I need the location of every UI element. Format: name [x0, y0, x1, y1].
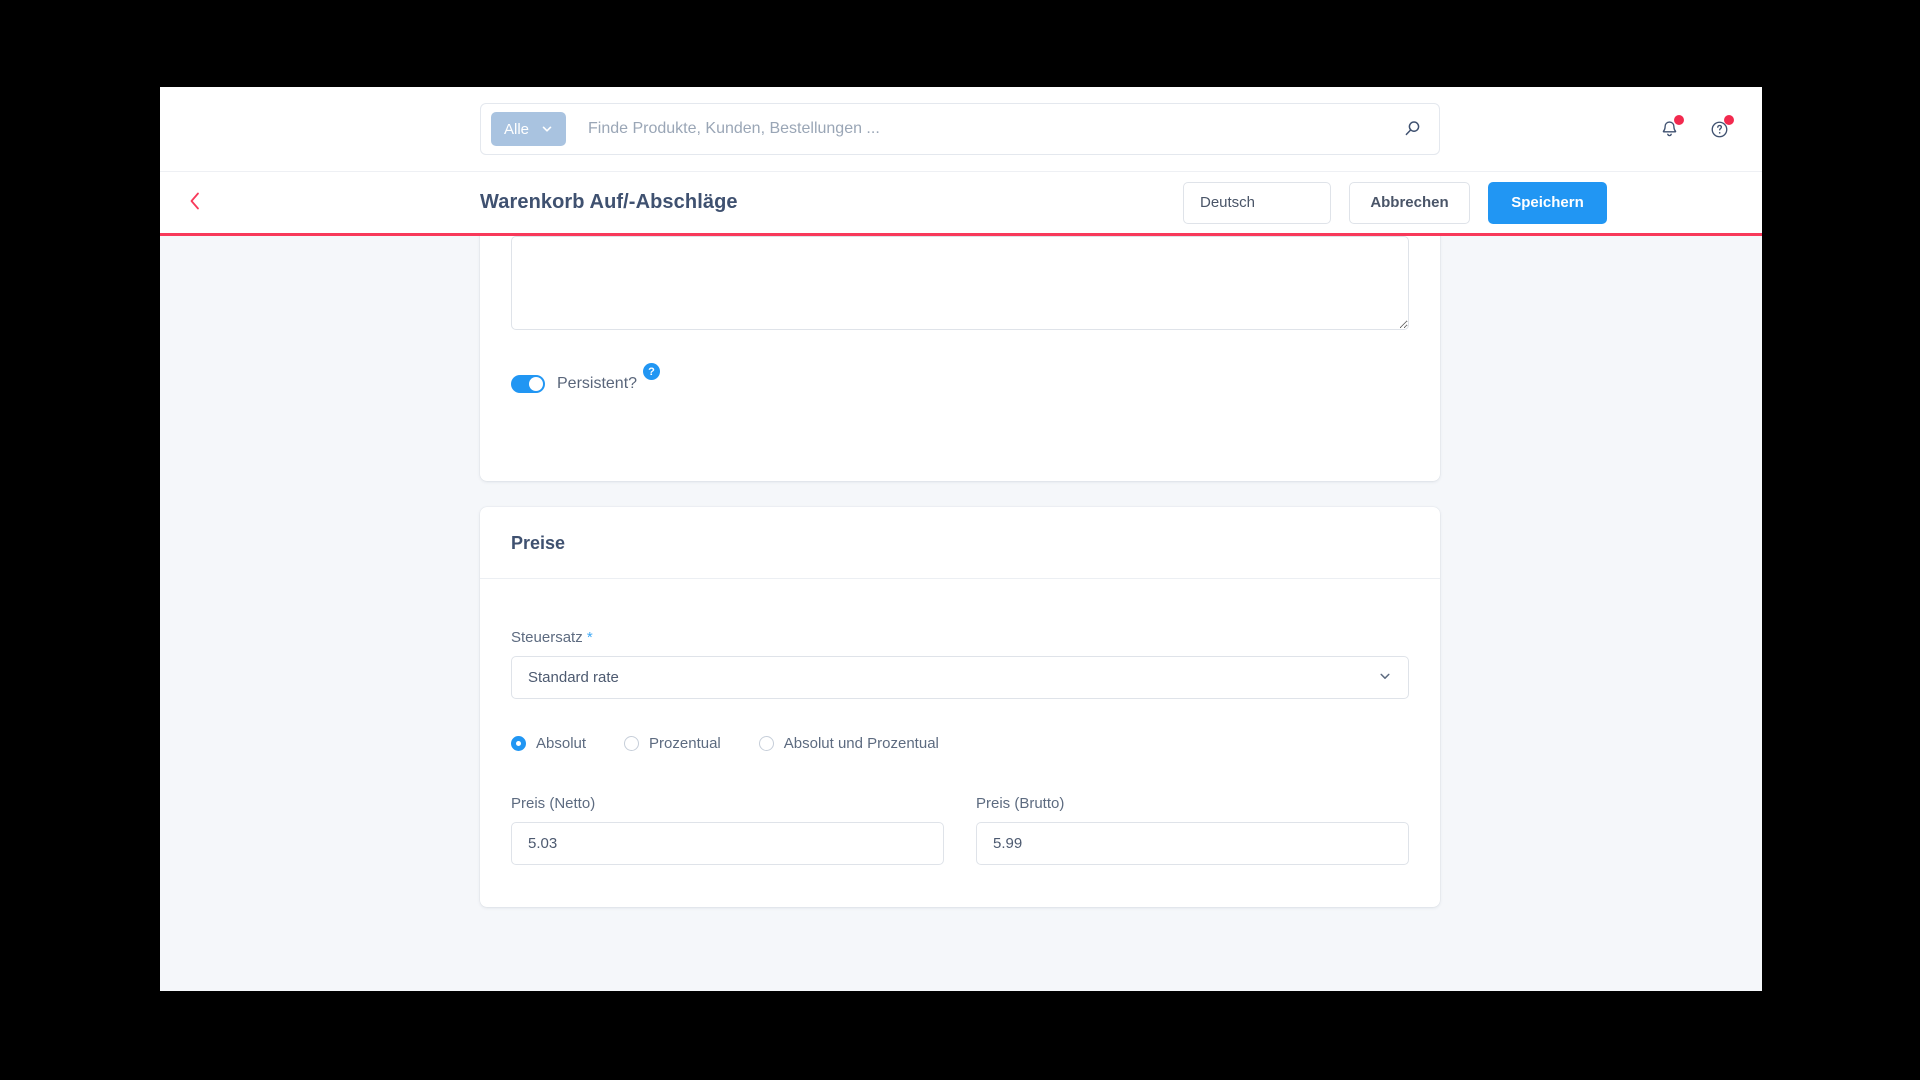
help-badge-dot [1724, 115, 1734, 125]
persistent-toggle[interactable] [511, 375, 545, 393]
chevron-down-icon [1303, 194, 1316, 211]
back-button[interactable] [174, 182, 216, 224]
tax-rate-select-value: Standard rate [528, 669, 619, 686]
search-input[interactable] [566, 120, 1399, 138]
radio-absolut-label: Absolut [536, 735, 587, 752]
help-button[interactable] [1706, 115, 1734, 142]
price-fields-row: Preis (Netto) Preis (Brutto) [511, 795, 1409, 865]
search-icon[interactable] [1399, 116, 1425, 142]
price-gross-field-group: Preis (Brutto) [976, 795, 1409, 865]
chevron-down-icon [1378, 669, 1392, 687]
language-select[interactable]: Deutsch [1183, 181, 1331, 224]
radio-mark-icon [758, 736, 774, 751]
radio-mark-icon [511, 736, 526, 751]
tax-rate-select[interactable]: Standard rate [511, 656, 1409, 699]
toggle-knob [529, 377, 543, 391]
radio-absolut-und-prozentual[interactable]: Absolut und Prozentual [758, 735, 939, 752]
page-header-actions: Deutsch Abbrechen Speichern [1183, 181, 1607, 224]
price-net-label: Preis (Netto) [511, 795, 596, 812]
global-topbar: Alle [160, 87, 1762, 171]
prices-card-title: Preise [511, 533, 566, 553]
tax-rate-field-group: Steuersatz * Standard rate [511, 629, 1409, 699]
chevron-left-icon [187, 190, 203, 215]
card-divider [480, 578, 1440, 579]
radio-prozentual-label: Prozentual [649, 735, 721, 752]
persistent-toggle-label: Persistent? [557, 375, 638, 392]
app-window: Alle Finde Produkte, Kunden, Bestellunge… [160, 87, 1762, 991]
radio-absolut[interactable]: Absolut [511, 735, 586, 752]
page-header: Warenkorb Auf/-Abschläge Deutsch Abbrech… [160, 171, 1762, 236]
language-select-value: Deutsch [1200, 194, 1256, 211]
save-button[interactable]: Speichern [1488, 181, 1607, 224]
search-scope-dropdown[interactable]: Alle [491, 112, 567, 146]
persistent-help-icon[interactable]: ? [643, 363, 661, 380]
radio-absolut-und-prozentual-label: Absolut und Prozentual [783, 735, 939, 752]
page-content: Persistent? ? Preise Steuersatz * Standa… [160, 236, 1762, 991]
radio-mark-icon [624, 736, 640, 751]
price-net-field-group: Preis (Netto) [511, 795, 944, 865]
description-textarea[interactable] [511, 236, 1409, 330]
radio-prozentual[interactable]: Prozentual [624, 735, 721, 752]
tax-rate-label-text: Steuersatz [511, 629, 583, 646]
persistent-toggle-row: Persistent? ? [511, 363, 661, 393]
notifications-button[interactable] [1656, 115, 1684, 142]
search-scope-label: Alle [504, 120, 530, 138]
required-asterisk: * [586, 629, 593, 646]
discount-type-radio-group: Absolut Prozentual Absolut und Prozentua… [511, 735, 977, 752]
page-title: Warenkorb Auf/-Abschläge [480, 191, 738, 213]
price-net-input[interactable] [511, 822, 944, 865]
details-card: Persistent? ? [480, 236, 1440, 481]
chevron-down-icon [541, 123, 553, 135]
price-gross-label: Preis (Brutto) [976, 795, 1065, 812]
notification-badge-dot [1674, 115, 1684, 125]
price-gross-input[interactable] [976, 822, 1409, 865]
tax-rate-label: Steuersatz * [511, 629, 1409, 646]
prices-card: Preise Steuersatz * Standard rate Absolu… [480, 507, 1440, 907]
global-search-bar[interactable]: Alle [480, 103, 1440, 155]
cancel-button[interactable]: Abbrechen [1349, 181, 1470, 224]
topbar-icon-group [1656, 87, 1734, 171]
